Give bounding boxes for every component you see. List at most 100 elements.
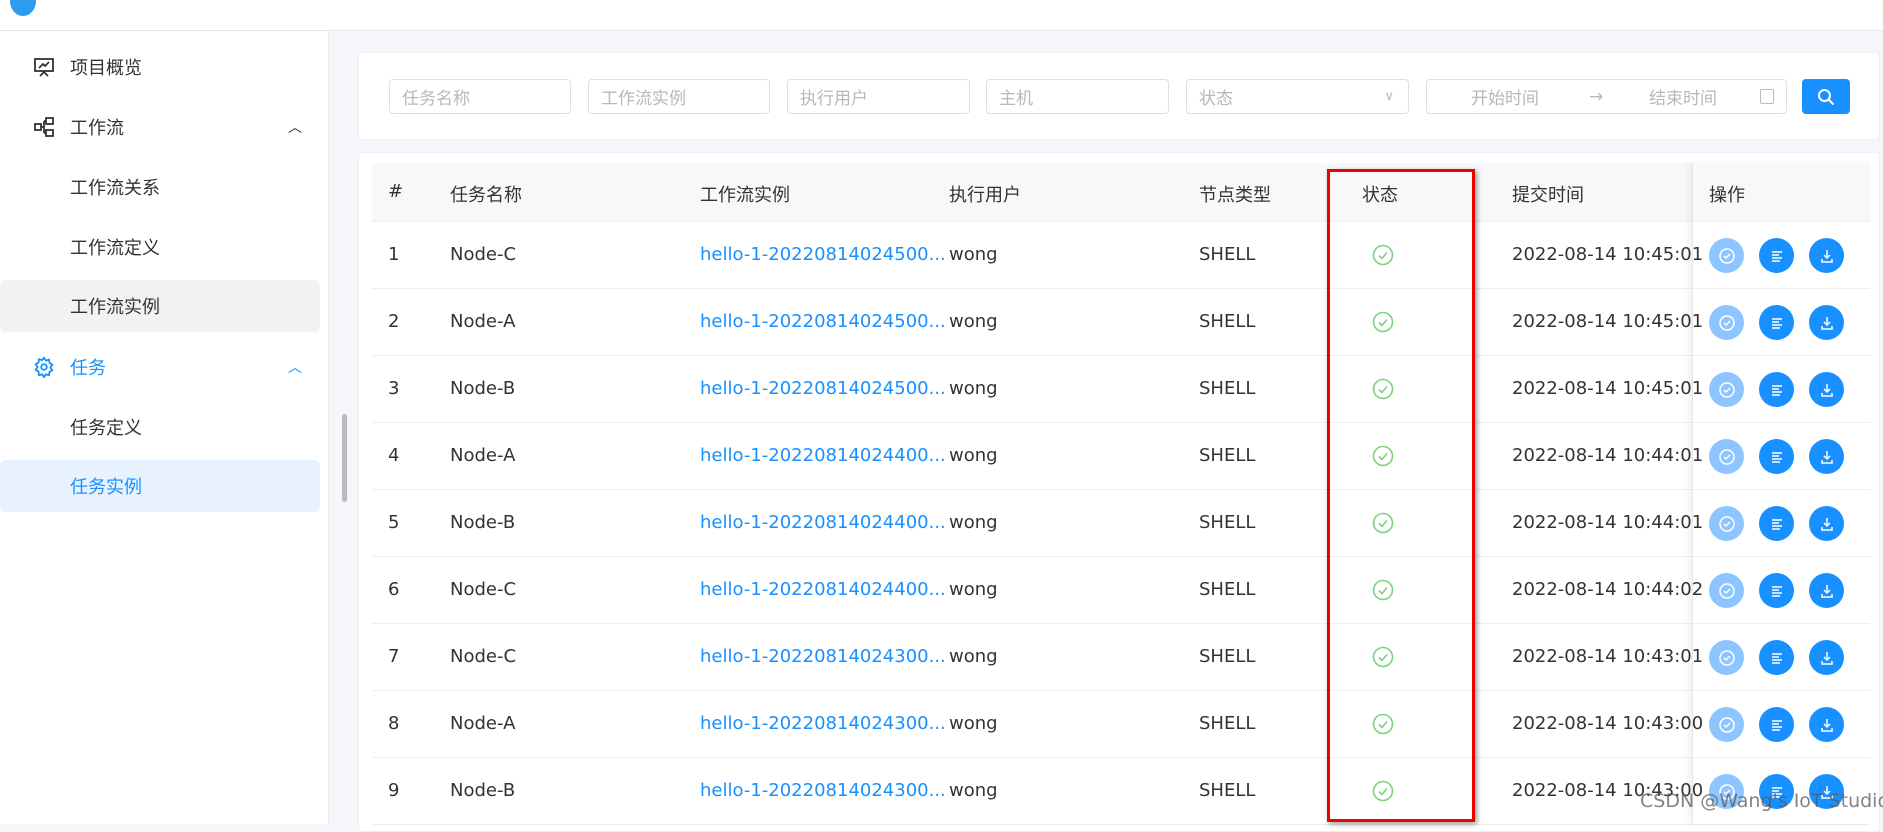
sidebar-item-workflow-definition[interactable]: 工作流定义: [0, 221, 320, 273]
download-icon: [1820, 249, 1833, 263]
table-row: 6 Node-C hello-1-20220814024400... wong SHEL…: [372, 557, 1870, 624]
submit-time: 2022-08-14 10:45:01: [1512, 378, 1704, 399]
log-icon: [1771, 384, 1782, 396]
download-button[interactable]: [1809, 372, 1844, 407]
log-button[interactable]: [1759, 238, 1794, 273]
sidebar-item-task[interactable]: 任务 ︿: [0, 341, 320, 393]
log-button[interactable]: [1759, 640, 1794, 675]
workflow-instance-link[interactable]: hello-1-20220814024500...: [700, 378, 946, 399]
view-button[interactable]: [1709, 439, 1744, 474]
submit-time: 2022-08-14 10:43:01: [1512, 646, 1704, 667]
view-icon: [1718, 582, 1735, 599]
log-button[interactable]: [1759, 506, 1794, 541]
download-button[interactable]: [1809, 573, 1844, 608]
workflow-instance-link[interactable]: hello-1-20220814024500...: [700, 244, 946, 265]
log-icon: [1771, 518, 1782, 530]
status-success-icon: [1372, 311, 1394, 338]
status-select[interactable]: 状态 ∨: [1186, 79, 1409, 114]
executor: wong: [949, 646, 998, 667]
log-button[interactable]: [1759, 372, 1794, 407]
node-type: SHELL: [1199, 311, 1256, 332]
task-name: Node-A: [450, 445, 516, 466]
search-button[interactable]: [1802, 79, 1850, 114]
row-index: 9: [388, 780, 400, 801]
status-success-icon: [1372, 445, 1394, 472]
view-icon: [1718, 314, 1735, 331]
log-button[interactable]: [1759, 573, 1794, 608]
download-button[interactable]: [1809, 439, 1844, 474]
sidebar-item-workflow[interactable]: 工作流 ︿: [0, 101, 320, 153]
sidebar-item-label: 工作流关系: [70, 178, 160, 199]
log-icon: [1771, 250, 1782, 262]
workflow-instance-input[interactable]: 工作流实例: [588, 79, 770, 114]
download-button[interactable]: [1809, 305, 1844, 340]
view-button[interactable]: [1709, 506, 1744, 541]
node-type: SHELL: [1199, 713, 1256, 734]
task-name: Node-B: [450, 780, 516, 801]
view-button[interactable]: [1709, 573, 1744, 608]
sidebar: 项目概览 工作流 ︿ 工作流关系 工作流定义 工作流实例 任务 ︿ 任务定义 任…: [0, 31, 329, 824]
workflow-instance-link[interactable]: hello-1-20220814024400...: [700, 512, 946, 533]
status-success-icon: [1372, 780, 1394, 807]
row-index: 1: [388, 244, 400, 265]
view-icon: [1718, 515, 1735, 532]
workflow-instance-link[interactable]: hello-1-20220814024400...: [700, 445, 946, 466]
view-button[interactable]: [1709, 707, 1744, 742]
host-input[interactable]: 主机: [986, 79, 1169, 114]
workflow-instance-link[interactable]: hello-1-20220814024300...: [700, 713, 946, 734]
chevron-down-icon: ∨: [1384, 89, 1394, 104]
download-button[interactable]: [1809, 506, 1844, 541]
workflow-instance-link[interactable]: hello-1-20220814024300...: [700, 646, 946, 667]
executor: wong: [949, 780, 998, 801]
status-success-icon: [1372, 579, 1394, 606]
placeholder: 执行用户: [800, 89, 868, 109]
date-range-picker[interactable]: 开始时间 → 结束时间: [1426, 79, 1787, 114]
download-icon: [1820, 718, 1833, 732]
header-workflow-instance: 工作流实例: [700, 185, 790, 206]
sidebar-item-task-instance[interactable]: 任务实例: [0, 460, 320, 512]
executor: wong: [949, 512, 998, 533]
sidebar-scrollbar[interactable]: [342, 414, 347, 502]
table-row: 1 Node-C hello-1-20220814024500... wong SHEL…: [372, 222, 1870, 289]
sidebar-item-project-overview[interactable]: 项目概览: [0, 41, 320, 93]
download-icon: [1820, 383, 1833, 397]
gear-icon: [32, 355, 56, 379]
download-button[interactable]: [1809, 707, 1844, 742]
submit-time: 2022-08-14 10:43:00: [1512, 713, 1704, 734]
view-button[interactable]: [1709, 305, 1744, 340]
table-row: 8 Node-A hello-1-20220814024300... wong SHEL…: [372, 691, 1870, 758]
node-type: SHELL: [1199, 780, 1256, 801]
start-time-placeholder: 开始时间: [1471, 89, 1539, 109]
sidebar-item-task-definition[interactable]: 任务定义: [0, 401, 320, 453]
view-icon: [1718, 649, 1735, 666]
row-index: 6: [388, 579, 400, 600]
log-button[interactable]: [1759, 305, 1794, 340]
sidebar-item-workflow-instance[interactable]: 工作流实例: [0, 280, 320, 332]
download-button[interactable]: [1809, 238, 1844, 273]
placeholder: 主机: [999, 89, 1033, 109]
node-type: SHELL: [1199, 646, 1256, 667]
view-icon: [1718, 448, 1735, 465]
view-button[interactable]: [1709, 238, 1744, 273]
calendar-icon: [1760, 89, 1774, 104]
workflow-instance-link[interactable]: hello-1-20220814024400...: [700, 579, 946, 600]
task-name-input[interactable]: 任务名称: [389, 79, 571, 114]
log-button[interactable]: [1759, 707, 1794, 742]
task-name: Node-C: [450, 646, 517, 667]
workflow-instance-link[interactable]: hello-1-20220814024500...: [700, 311, 946, 332]
row-index: 7: [388, 646, 400, 667]
view-button[interactable]: [1709, 640, 1744, 675]
view-button[interactable]: [1709, 372, 1744, 407]
download-button[interactable]: [1809, 640, 1844, 675]
view-icon: [1718, 247, 1735, 264]
executor-input[interactable]: 执行用户: [787, 79, 970, 114]
submit-time: 2022-08-14 10:45:01: [1512, 244, 1704, 265]
header-task-name: 任务名称: [450, 185, 522, 206]
placeholder: 状态: [1199, 89, 1233, 109]
executor: wong: [949, 579, 998, 600]
log-button[interactable]: [1759, 439, 1794, 474]
table-header: # 任务名称 工作流实例 执行用户 节点类型 状态 提交时间 操作: [372, 163, 1870, 222]
sidebar-item-workflow-relation[interactable]: 工作流关系: [0, 161, 320, 213]
workflow-instance-link[interactable]: hello-1-20220814024300...: [700, 780, 946, 801]
executor: wong: [949, 244, 998, 265]
